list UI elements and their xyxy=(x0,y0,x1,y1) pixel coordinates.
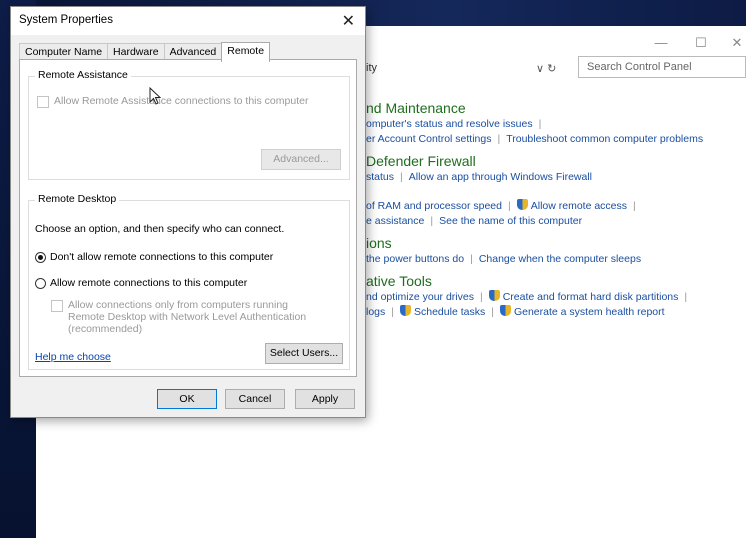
link-optimize-drives[interactable]: nd optimize your drives xyxy=(366,291,474,303)
section-title[interactable]: nd Maintenance xyxy=(366,100,746,117)
section-firewall: Defender Firewall status | Allow an app th… xyxy=(366,153,746,185)
radio-button-selected[interactable] xyxy=(35,251,46,263)
dialog-title: System Properties xyxy=(19,14,113,26)
link-review-status[interactable]: omputer's status and resolve issues xyxy=(366,118,533,130)
section-title[interactable]: ions xyxy=(366,235,746,252)
mouse-cursor-icon xyxy=(149,87,162,105)
link-event-logs[interactable]: logs xyxy=(366,306,385,318)
allow-remote-assistance-checkbox[interactable]: Allow Remote Assistance connections to t… xyxy=(37,95,308,108)
remote-assistance-legend: Remote Assistance xyxy=(35,69,131,81)
advanced-button[interactable]: Advanced... xyxy=(261,149,341,170)
dialog-close-button[interactable]: ✕ xyxy=(342,11,355,31)
address-dropdown-refresh[interactable]: ∨ ↻ xyxy=(536,62,576,75)
ok-button[interactable]: OK xyxy=(157,389,217,409)
shield-icon xyxy=(400,305,411,316)
cancel-button[interactable]: Cancel xyxy=(225,389,285,409)
maximize-button[interactable]: ☐ xyxy=(686,34,716,52)
link-firewall-status[interactable]: status xyxy=(366,171,394,183)
remote-desktop-instruction: Choose an option, and then specify who c… xyxy=(35,223,285,235)
shield-icon xyxy=(488,290,500,301)
remote-tab-page: Remote Assistance Allow Remote Assistanc… xyxy=(19,59,357,377)
shield-icon xyxy=(516,199,528,210)
section-title[interactable]: Defender Firewall xyxy=(366,153,746,170)
radio-dont-allow[interactable]: Don't allow remote connections to this c… xyxy=(35,251,273,263)
link-allow-remote-access[interactable]: Allow remote access xyxy=(531,200,627,212)
allow-remote-assistance-label: Allow Remote Assistance connections to t… xyxy=(54,95,309,107)
minimize-button[interactable]: — xyxy=(646,34,676,52)
search-control-panel-input[interactable]: Search Control Panel ⌕ xyxy=(578,56,746,78)
checkbox-box[interactable] xyxy=(51,300,63,312)
tab-remote[interactable]: Remote xyxy=(221,42,271,62)
section-system-maintenance: nd Maintenance omputer's status and reso… xyxy=(366,100,746,147)
link-computer-sleeps[interactable]: Change when the computer sleeps xyxy=(479,253,641,265)
link-allow-app-firewall[interactable]: Allow an app through Windows Firewall xyxy=(409,171,592,183)
link-disk-partitions[interactable]: Create and format hard disk partitions xyxy=(503,291,679,303)
remote-desktop-legend: Remote Desktop xyxy=(35,193,120,205)
dialog-title-bar[interactable]: System Properties ✕ xyxy=(11,7,365,35)
radio-allow-label: Allow remote connections to this compute… xyxy=(50,277,248,289)
section-title[interactable]: ative Tools xyxy=(366,273,746,290)
checkbox-box[interactable] xyxy=(37,96,49,108)
radio-allow[interactable]: Allow remote connections to this compute… xyxy=(35,277,247,289)
link-computer-name[interactable]: See the name of this computer xyxy=(439,215,582,227)
shield-icon xyxy=(499,305,511,316)
link-ram-processor[interactable]: of RAM and processor speed xyxy=(366,200,502,212)
link-troubleshoot[interactable]: Troubleshoot common computer problems xyxy=(506,133,703,145)
radio-button[interactable] xyxy=(35,277,46,289)
remote-assistance-group: Remote Assistance Allow Remote Assistanc… xyxy=(28,69,350,180)
nla-label: Allow connections only from computers ru… xyxy=(68,299,307,335)
help-me-choose-link[interactable]: Help me choose xyxy=(35,351,111,363)
search-placeholder: Search Control Panel xyxy=(587,61,692,73)
link-uac-settings[interactable]: er Account Control settings xyxy=(366,133,491,145)
section-admin-tools: ative Tools nd optimize your drives | Crea… xyxy=(366,273,746,320)
link-power-buttons[interactable]: the power buttons do xyxy=(366,253,464,265)
link-remote-assistance[interactable]: e assistance xyxy=(366,215,424,227)
link-health-report[interactable]: Generate a system health report xyxy=(514,306,665,318)
remote-desktop-group: Remote Desktop Choose an option, and the… xyxy=(28,193,350,370)
radio-dont-allow-label: Don't allow remote connections to this c… xyxy=(50,251,274,263)
system-properties-dialog: System Properties ✕ Computer Name Hardwa… xyxy=(10,6,366,418)
address-bar[interactable]: ity ∨ ↻ xyxy=(366,58,576,78)
link-schedule-tasks[interactable]: Schedule tasks xyxy=(414,306,485,318)
control-panel-content: nd Maintenance omputer's status and reso… xyxy=(366,100,746,326)
nla-checkbox[interactable]: Allow connections only from computers ru… xyxy=(51,299,321,335)
close-button[interactable]: ✕ xyxy=(722,34,746,52)
select-users-button[interactable]: Select Users... xyxy=(265,343,343,364)
apply-button[interactable]: Apply xyxy=(295,389,355,409)
address-text: ity xyxy=(366,62,377,74)
section-system: of RAM and processor speed | Allow remote … xyxy=(366,199,636,227)
section-power-options: ions the power buttons do | Change when th… xyxy=(366,235,746,267)
dialog-tabs: Computer Name Hardware Advanced Remote xyxy=(19,39,271,62)
